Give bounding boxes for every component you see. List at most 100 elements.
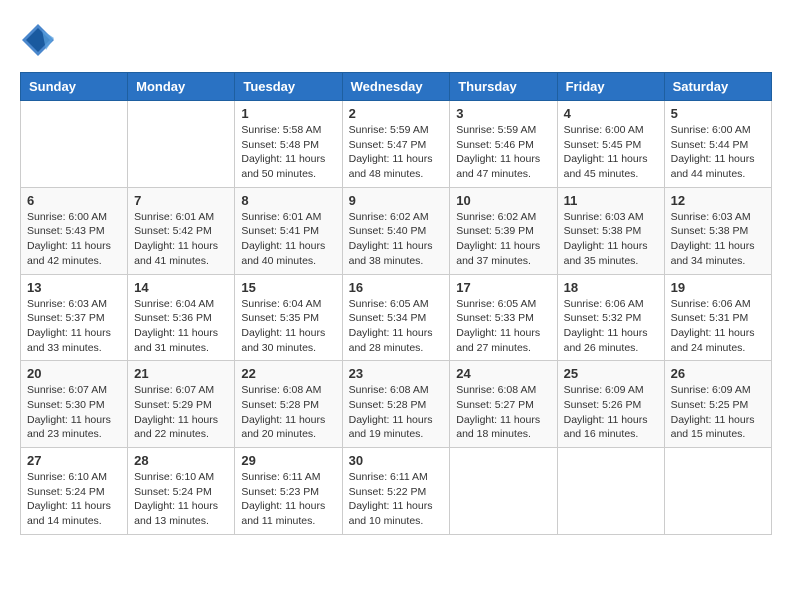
calendar-day-cell (664, 448, 771, 535)
calendar-day-cell (21, 101, 128, 188)
calendar-header-row: SundayMondayTuesdayWednesdayThursdayFrid… (21, 73, 772, 101)
day-number: 26 (671, 366, 765, 381)
calendar-day-cell: 25 Sunrise: 6:09 AM Sunset: 5:26 PM Dayli… (557, 361, 664, 448)
day-number: 4 (564, 106, 658, 121)
logo-icon (20, 20, 56, 56)
day-info: Sunrise: 6:00 AM Sunset: 5:44 PM Dayligh… (671, 123, 765, 182)
day-info: Sunrise: 6:01 AM Sunset: 5:42 PM Dayligh… (134, 210, 228, 269)
day-info: Sunrise: 5:59 AM Sunset: 5:47 PM Dayligh… (349, 123, 444, 182)
day-number: 30 (349, 453, 444, 468)
calendar-day-header: Wednesday (342, 73, 450, 101)
calendar-day-cell: 21 Sunrise: 6:07 AM Sunset: 5:29 PM Dayli… (128, 361, 235, 448)
calendar-day-cell: 11 Sunrise: 6:03 AM Sunset: 5:38 PM Dayli… (557, 187, 664, 274)
calendar-day-cell (128, 101, 235, 188)
day-info: Sunrise: 6:03 AM Sunset: 5:38 PM Dayligh… (671, 210, 765, 269)
calendar-week-row: 1Sunrise: 5:58 AM Sunset: 5:48 PM Daylig… (21, 101, 772, 188)
calendar-day-cell: 10 Sunrise: 6:02 AM Sunset: 5:39 PM Dayli… (450, 187, 557, 274)
day-info: Sunrise: 6:00 AM Sunset: 5:45 PM Dayligh… (564, 123, 658, 182)
calendar-day-cell: 4 Sunrise: 6:00 AM Sunset: 5:45 PM Daylig… (557, 101, 664, 188)
calendar-day-cell: 24Sunrise: 6:08 AM Sunset: 5:27 PM Dayli… (450, 361, 557, 448)
day-info: Sunrise: 6:03 AM Sunset: 5:38 PM Dayligh… (564, 210, 658, 269)
day-number: 13 (27, 280, 121, 295)
day-number: 22 (241, 366, 335, 381)
calendar-day-cell (450, 448, 557, 535)
day-number: 19 (671, 280, 765, 295)
calendar-day-cell: 2Sunrise: 5:59 AM Sunset: 5:47 PM Daylig… (342, 101, 450, 188)
day-number: 16 (349, 280, 444, 295)
calendar-week-row: 27 Sunrise: 6:10 AM Sunset: 5:24 PM Dayli… (21, 448, 772, 535)
day-number: 20 (27, 366, 121, 381)
day-info: Sunrise: 6:02 AM Sunset: 5:39 PM Dayligh… (456, 210, 550, 269)
day-info: Sunrise: 6:04 AM Sunset: 5:36 PM Dayligh… (134, 297, 228, 356)
day-number: 25 (564, 366, 658, 381)
calendar-week-row: 13 Sunrise: 6:03 AM Sunset: 5:37 PM Dayli… (21, 274, 772, 361)
day-info: Sunrise: 6:01 AM Sunset: 5:41 PM Dayligh… (241, 210, 335, 269)
calendar-day-header: Saturday (664, 73, 771, 101)
day-number: 9 (349, 193, 444, 208)
day-number: 12 (671, 193, 765, 208)
day-number: 11 (564, 193, 658, 208)
calendar-table: SundayMondayTuesdayWednesdayThursdayFrid… (20, 72, 772, 535)
day-info: Sunrise: 6:05 AM Sunset: 5:34 PM Dayligh… (349, 297, 444, 356)
calendar-day-cell: 30Sunrise: 6:11 AM Sunset: 5:22 PM Dayli… (342, 448, 450, 535)
calendar-day-cell (557, 448, 664, 535)
calendar-day-cell: 17 Sunrise: 6:05 AM Sunset: 5:33 PM Dayli… (450, 274, 557, 361)
day-number: 18 (564, 280, 658, 295)
calendar-day-cell: 28Sunrise: 6:10 AM Sunset: 5:24 PM Dayli… (128, 448, 235, 535)
calendar-day-cell: 1Sunrise: 5:58 AM Sunset: 5:48 PM Daylig… (235, 101, 342, 188)
day-info: Sunrise: 6:07 AM Sunset: 5:29 PM Dayligh… (134, 383, 228, 442)
day-info: Sunrise: 6:06 AM Sunset: 5:31 PM Dayligh… (671, 297, 765, 356)
calendar-day-cell: 20 Sunrise: 6:07 AM Sunset: 5:30 PM Dayli… (21, 361, 128, 448)
day-info: Sunrise: 6:09 AM Sunset: 5:26 PM Dayligh… (564, 383, 658, 442)
day-info: Sunrise: 6:03 AM Sunset: 5:37 PM Dayligh… (27, 297, 121, 356)
day-number: 27 (27, 453, 121, 468)
calendar-day-header: Thursday (450, 73, 557, 101)
calendar-day-cell: 16 Sunrise: 6:05 AM Sunset: 5:34 PM Dayli… (342, 274, 450, 361)
day-info: Sunrise: 6:06 AM Sunset: 5:32 PM Dayligh… (564, 297, 658, 356)
calendar-day-cell: 7 Sunrise: 6:01 AM Sunset: 5:42 PM Daylig… (128, 187, 235, 274)
calendar-day-cell: 19 Sunrise: 6:06 AM Sunset: 5:31 PM Dayli… (664, 274, 771, 361)
calendar-day-cell: 23 Sunrise: 6:08 AM Sunset: 5:28 PM Dayli… (342, 361, 450, 448)
calendar-day-cell: 27 Sunrise: 6:10 AM Sunset: 5:24 PM Dayli… (21, 448, 128, 535)
calendar-day-cell: 9 Sunrise: 6:02 AM Sunset: 5:40 PM Daylig… (342, 187, 450, 274)
calendar-day-cell: 14 Sunrise: 6:04 AM Sunset: 5:36 PM Dayli… (128, 274, 235, 361)
day-info: Sunrise: 6:09 AM Sunset: 5:25 PM Dayligh… (671, 383, 765, 442)
day-number: 10 (456, 193, 550, 208)
calendar-day-cell: 3Sunrise: 5:59 AM Sunset: 5:46 PM Daylig… (450, 101, 557, 188)
day-number: 23 (349, 366, 444, 381)
calendar-week-row: 20 Sunrise: 6:07 AM Sunset: 5:30 PM Dayli… (21, 361, 772, 448)
calendar-day-header: Friday (557, 73, 664, 101)
day-number: 15 (241, 280, 335, 295)
calendar-day-cell: 26 Sunrise: 6:09 AM Sunset: 5:25 PM Dayli… (664, 361, 771, 448)
day-info: Sunrise: 6:05 AM Sunset: 5:33 PM Dayligh… (456, 297, 550, 356)
day-info: Sunrise: 6:08 AM Sunset: 5:28 PM Dayligh… (241, 383, 335, 442)
calendar-day-header: Monday (128, 73, 235, 101)
day-number: 29 (241, 453, 335, 468)
calendar-day-cell: 5 Sunrise: 6:00 AM Sunset: 5:44 PM Daylig… (664, 101, 771, 188)
calendar-day-cell: 18 Sunrise: 6:06 AM Sunset: 5:32 PM Dayli… (557, 274, 664, 361)
day-info: Sunrise: 5:59 AM Sunset: 5:46 PM Dayligh… (456, 123, 550, 182)
day-number: 17 (456, 280, 550, 295)
day-info: Sunrise: 6:00 AM Sunset: 5:43 PM Dayligh… (27, 210, 121, 269)
calendar-day-cell: 13 Sunrise: 6:03 AM Sunset: 5:37 PM Dayli… (21, 274, 128, 361)
day-info: Sunrise: 6:08 AM Sunset: 5:28 PM Dayligh… (349, 383, 444, 442)
calendar-day-cell: 12 Sunrise: 6:03 AM Sunset: 5:38 PM Dayli… (664, 187, 771, 274)
day-info: Sunrise: 6:11 AM Sunset: 5:23 PM Dayligh… (241, 470, 335, 529)
calendar-day-cell: 6Sunrise: 6:00 AM Sunset: 5:43 PM Daylig… (21, 187, 128, 274)
calendar-day-header: Sunday (21, 73, 128, 101)
day-number: 21 (134, 366, 228, 381)
day-number: 7 (134, 193, 228, 208)
day-info: Sunrise: 6:07 AM Sunset: 5:30 PM Dayligh… (27, 383, 121, 442)
calendar-day-cell: 29 Sunrise: 6:11 AM Sunset: 5:23 PM Dayli… (235, 448, 342, 535)
logo (20, 20, 60, 56)
day-info: Sunrise: 6:10 AM Sunset: 5:24 PM Dayligh… (27, 470, 121, 529)
calendar-day-cell: 15Sunrise: 6:04 AM Sunset: 5:35 PM Dayli… (235, 274, 342, 361)
day-info: Sunrise: 5:58 AM Sunset: 5:48 PM Dayligh… (241, 123, 335, 182)
day-number: 5 (671, 106, 765, 121)
calendar-day-header: Tuesday (235, 73, 342, 101)
calendar-day-cell: 8Sunrise: 6:01 AM Sunset: 5:41 PM Daylig… (235, 187, 342, 274)
day-info: Sunrise: 6:10 AM Sunset: 5:24 PM Dayligh… (134, 470, 228, 529)
day-info: Sunrise: 6:02 AM Sunset: 5:40 PM Dayligh… (349, 210, 444, 269)
day-number: 14 (134, 280, 228, 295)
calendar-week-row: 6Sunrise: 6:00 AM Sunset: 5:43 PM Daylig… (21, 187, 772, 274)
